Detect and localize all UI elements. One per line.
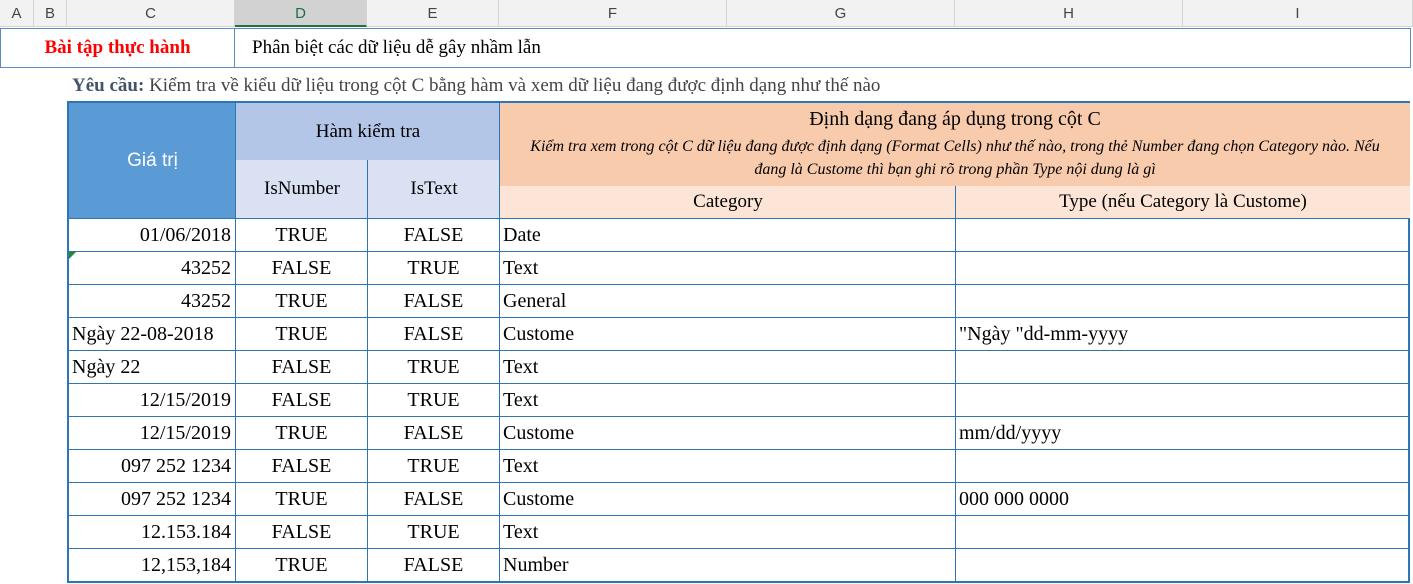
type-cell[interactable]	[959, 450, 1409, 483]
header-isnumber[interactable]: IsNumber	[236, 160, 368, 218]
requirement-text[interactable]: Yêu cầu: Kiểm tra về kiểu dữ liệu trong …	[72, 73, 880, 99]
value-cell[interactable]: 43252	[69, 252, 231, 285]
type-cell[interactable]	[959, 516, 1409, 549]
isnumber-cell[interactable]: TRUE	[236, 285, 367, 318]
isnumber-cell[interactable]: FALSE	[236, 351, 367, 384]
category-cell[interactable]: General	[503, 285, 953, 318]
exercise-subtitle[interactable]: Phân biệt các dữ liệu dễ gây nhầm lẫn	[252, 29, 541, 67]
category-cell[interactable]: Text	[503, 351, 953, 384]
isnumber-cell[interactable]: TRUE	[236, 219, 367, 252]
exercise-title[interactable]: Bài tập thực hành	[1, 29, 235, 67]
col-divider	[955, 186, 956, 583]
type-cell[interactable]	[959, 384, 1409, 417]
isnumber-cell[interactable]: TRUE	[236, 417, 367, 450]
value-cell[interactable]: 12/15/2019	[69, 384, 231, 417]
column-header-c[interactable]: C	[67, 0, 235, 27]
istext-cell[interactable]: FALSE	[368, 549, 499, 582]
type-cell[interactable]	[959, 219, 1409, 252]
type-cell[interactable]: "Ngày "dd-mm-yyyy	[959, 318, 1409, 351]
dinh-dang-title: Định dạng đang áp dụng trong cột C	[809, 108, 1101, 130]
type-cell[interactable]: 000 000 0000	[959, 483, 1409, 516]
column-header-f[interactable]: F	[499, 0, 727, 27]
header-category[interactable]: Category	[500, 186, 956, 218]
category-cell[interactable]: Date	[503, 219, 953, 252]
category-cell[interactable]: Custome	[503, 318, 953, 351]
isnumber-cell[interactable]: TRUE	[236, 483, 367, 516]
column-header-b[interactable]: B	[34, 0, 67, 27]
istext-cell[interactable]: TRUE	[368, 450, 499, 483]
value-cell[interactable]: 01/06/2018	[69, 219, 231, 252]
category-cell[interactable]: Text	[503, 384, 953, 417]
isnumber-cell[interactable]: TRUE	[236, 318, 367, 351]
isnumber-cell[interactable]: FALSE	[236, 450, 367, 483]
category-cell[interactable]: Custome	[503, 417, 953, 450]
header-type[interactable]: Type (nếu Category là Custome)	[956, 186, 1410, 218]
category-cell[interactable]: Text	[503, 516, 953, 549]
istext-cell[interactable]: TRUE	[368, 384, 499, 417]
category-cell[interactable]: Text	[503, 450, 953, 483]
category-cell[interactable]: Number	[503, 549, 953, 582]
istext-cell[interactable]: FALSE	[368, 318, 499, 351]
istext-cell[interactable]: FALSE	[368, 285, 499, 318]
header-istext[interactable]: IsText	[368, 160, 500, 218]
istext-cell[interactable]: FALSE	[368, 219, 499, 252]
requirement-label: Yêu cầu:	[72, 75, 145, 96]
data-table: Giá trị Hàm kiểm tra IsNumber IsText Địn…	[67, 101, 1410, 583]
type-cell[interactable]	[959, 549, 1409, 582]
type-cell[interactable]	[959, 351, 1409, 384]
isnumber-cell[interactable]: FALSE	[236, 252, 367, 285]
dinh-dang-note: Kiểm tra xem trong cột C dữ liệu đang đư…	[530, 138, 1380, 178]
istext-cell[interactable]: TRUE	[368, 252, 499, 285]
category-cell[interactable]: Text	[503, 252, 953, 285]
type-cell[interactable]: mm/dd/yyyy	[959, 417, 1409, 450]
requirement-body: Kiểm tra về kiểu dữ liệu trong cột C bằn…	[144, 75, 881, 96]
column-header-i[interactable]: I	[1183, 0, 1413, 27]
error-indicator-icon[interactable]	[69, 252, 76, 259]
column-header-e[interactable]: E	[367, 0, 499, 27]
type-cell[interactable]	[959, 252, 1409, 285]
column-header-a[interactable]: A	[0, 0, 34, 27]
istext-cell[interactable]: FALSE	[368, 483, 499, 516]
isnumber-cell[interactable]: FALSE	[236, 516, 367, 549]
istext-cell[interactable]: TRUE	[368, 351, 499, 384]
value-cell[interactable]: Ngày 22	[72, 351, 232, 384]
value-cell[interactable]: 097 252 1234	[69, 450, 231, 483]
type-cell[interactable]	[959, 285, 1409, 318]
column-header-g[interactable]: G	[727, 0, 955, 27]
value-cell[interactable]: 097 252 1234	[69, 483, 231, 516]
isnumber-cell[interactable]: TRUE	[236, 549, 367, 582]
category-cell[interactable]: Custome	[503, 483, 953, 516]
header-gia-tri[interactable]: Giá trị	[69, 103, 236, 218]
value-cell[interactable]: Ngày 22-08-2018	[72, 318, 232, 351]
istext-cell[interactable]: FALSE	[368, 417, 499, 450]
col-divider	[499, 103, 500, 583]
isnumber-cell[interactable]: FALSE	[236, 384, 367, 417]
header-ham-kiem-tra[interactable]: Hàm kiểm tra	[236, 103, 500, 160]
value-cell[interactable]: 12.153.184	[69, 516, 231, 549]
value-cell[interactable]: 12,153,184	[69, 549, 231, 582]
istext-cell[interactable]: TRUE	[368, 516, 499, 549]
value-cell[interactable]: 12/15/2019	[69, 417, 231, 450]
header-dinh-dang[interactable]: Định dạng đang áp dụng trong cột C Kiểm …	[500, 103, 1410, 186]
column-header-d[interactable]: D	[235, 0, 367, 27]
value-cell[interactable]: 43252	[69, 285, 231, 318]
column-header-h[interactable]: H	[955, 0, 1183, 27]
